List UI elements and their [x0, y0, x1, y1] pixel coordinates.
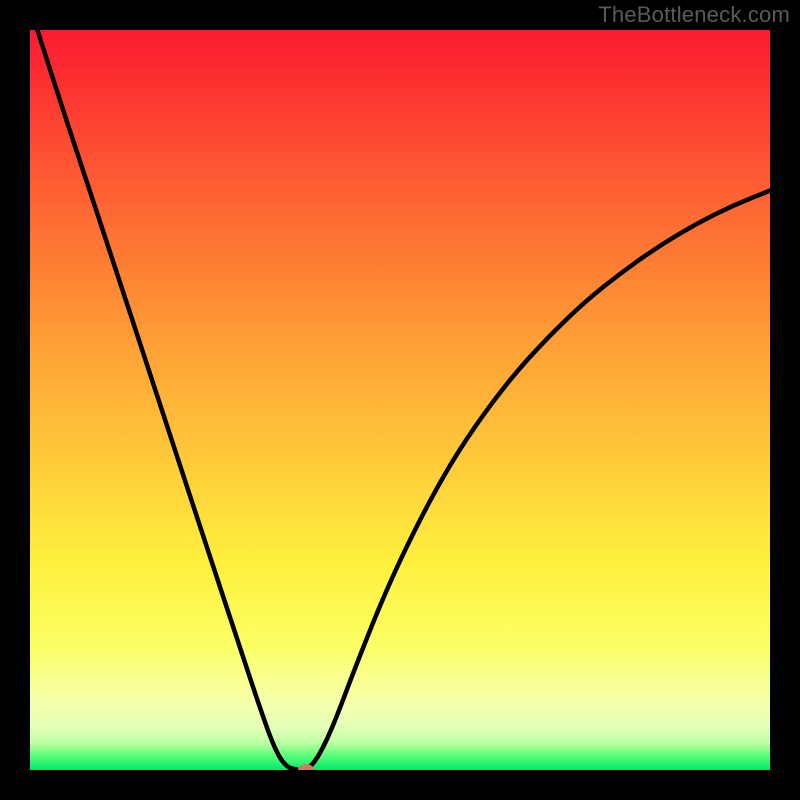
minimum-marker: [298, 764, 314, 770]
watermark-text: TheBottleneck.com: [598, 2, 790, 28]
bottleneck-curve: [30, 30, 770, 770]
plot-area: [30, 30, 770, 770]
chart-container: TheBottleneck.com: [0, 0, 800, 800]
